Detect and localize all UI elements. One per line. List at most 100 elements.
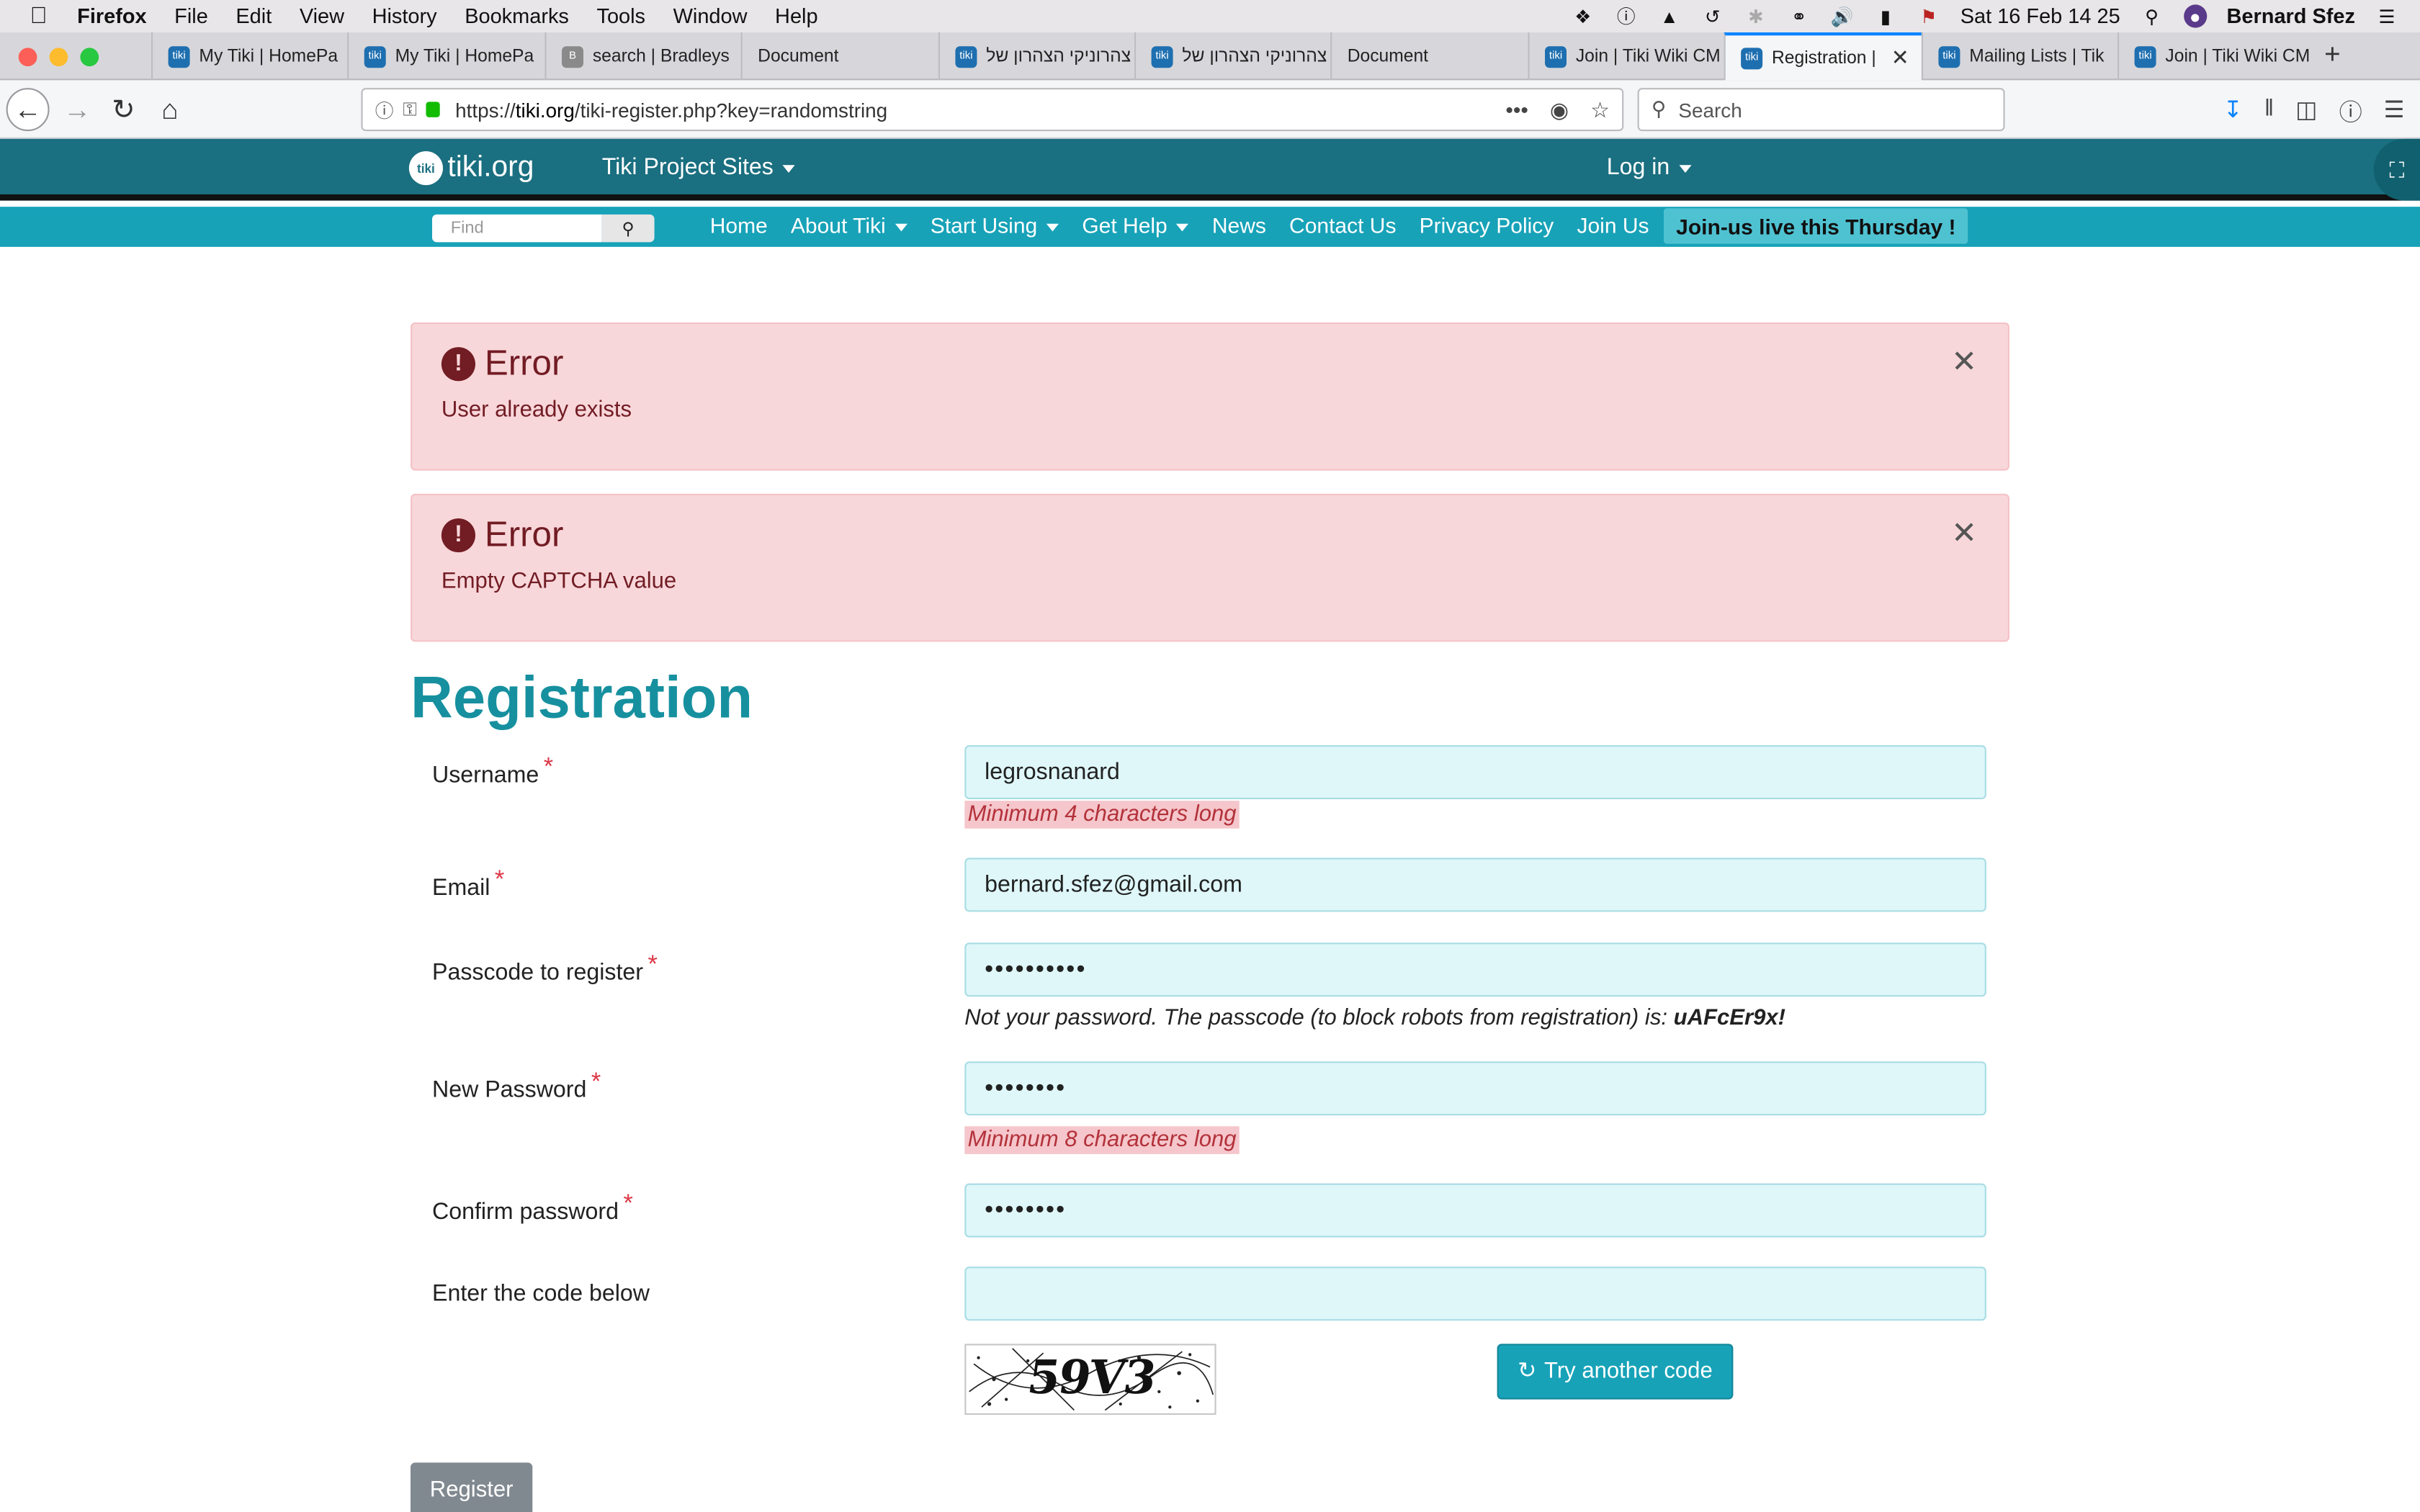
- menubar-app-name[interactable]: Firefox: [77, 4, 161, 27]
- caret-down-icon: [1679, 164, 1692, 172]
- close-tab-icon[interactable]: ✕: [1891, 45, 1909, 71]
- url-text[interactable]: https://tiki.org/tiki-register.php?key=r…: [455, 98, 887, 121]
- label-text: Confirm password: [432, 1199, 619, 1225]
- find-input[interactable]: Find: [432, 214, 602, 243]
- tiki-logo-icon: tiki: [408, 151, 443, 186]
- url-bar[interactable]: ⓘ ⚿ https://tiki.org/tiki-register.php?k…: [361, 88, 1624, 132]
- confirm-password-label: Confirm password *: [432, 1191, 633, 1227]
- info-icon[interactable]: ⓘ: [1615, 4, 1638, 28]
- username-field[interactable]: legrosnanard: [964, 745, 1986, 799]
- menu-help[interactable]: Help: [761, 4, 832, 27]
- email-field[interactable]: bernard.sfez@gmail.com: [964, 858, 1986, 912]
- login-dropdown[interactable]: Log in: [1606, 154, 1692, 181]
- menu-history[interactable]: History: [358, 4, 451, 27]
- nav-contact-us[interactable]: Contact Us: [1289, 213, 1396, 238]
- sidebar-icon[interactable]: ◫: [2295, 96, 2317, 128]
- required-asterisk: *: [647, 952, 658, 978]
- back-arrow-icon[interactable]: ←: [6, 88, 50, 132]
- menu-window[interactable]: Window: [659, 4, 761, 27]
- alert-message: User already exists: [441, 397, 632, 423]
- browser-tab[interactable]: tiki Mailing Lists | Tik: [1921, 32, 2118, 81]
- dropbox-icon[interactable]: ❖: [1572, 4, 1595, 27]
- close-window-icon[interactable]: [18, 48, 37, 67]
- site-nav: Find ⚲ Home About Tiki Start Using Get H…: [0, 207, 2420, 247]
- home-icon[interactable]: ⌂: [148, 88, 192, 131]
- browser-tab[interactable]: tiki My Tiki | HomePa: [347, 32, 544, 81]
- extension-icon[interactable]: ⓘ: [2339, 96, 2362, 128]
- browser-tab[interactable]: Bsearch | Bradleys: [544, 32, 740, 81]
- nav-join-us[interactable]: Join Us: [1577, 213, 1649, 238]
- new-password-field[interactable]: ••••••••: [964, 1061, 1986, 1116]
- menubar-clock[interactable]: Sat 16 Feb 14 25: [1960, 4, 2120, 27]
- timemachine-icon[interactable]: ↺: [1701, 4, 1724, 27]
- fullscreen-icon[interactable]: ⛶: [2373, 138, 2420, 201]
- caret-down-icon: [782, 164, 795, 172]
- downloads-icon[interactable]: ↧: [2223, 96, 2243, 128]
- browser-tab[interactable]: tiki צהרוניקי הצהרון של: [1134, 32, 1330, 81]
- battery-icon[interactable]: ▮: [1874, 4, 1897, 27]
- site-identity[interactable]: ⓘ ⚿: [363, 96, 456, 122]
- page-actions-icon[interactable]: •••: [1505, 96, 1528, 122]
- new-tab-icon[interactable]: +: [2324, 39, 2341, 71]
- apple-icon[interactable]: : [0, 3, 77, 29]
- try-another-code-button[interactable]: ↻ Try another code: [1497, 1344, 1734, 1400]
- find-button[interactable]: ⚲: [601, 214, 655, 243]
- join-live-banner[interactable]: Join-us live this Thursday !: [1664, 208, 1968, 244]
- browser-tab[interactable]: tiki Join | Tiki Wiki CM: [2118, 32, 2313, 81]
- notification-icon[interactable]: ▲: [1658, 4, 1681, 27]
- minimize-window-icon[interactable]: [49, 48, 68, 67]
- nav-get-help[interactable]: Get Help: [1082, 213, 1189, 238]
- bookmark-star-icon[interactable]: ☆: [1590, 96, 1610, 122]
- menu-bookmarks[interactable]: Bookmarks: [451, 4, 583, 27]
- hamburger-menu-icon[interactable]: ☰: [2384, 96, 2405, 128]
- library-icon[interactable]: ‖: [2264, 96, 2274, 128]
- browser-tab-active[interactable]: tiki Registration | ✕: [1724, 32, 1922, 81]
- url-domain: tiki.org: [515, 98, 575, 122]
- register-button[interactable]: Register: [411, 1462, 533, 1512]
- search-bar[interactable]: ⚲ Search: [1637, 88, 2005, 132]
- menubar-status-area: ❖ ⓘ ▲ ↺ ✱ ⚭ 🔊 ▮ ⚑ Sat 16 Feb 14 25 ⚲ ● B…: [1572, 0, 2420, 32]
- nav-news[interactable]: News: [1212, 213, 1266, 238]
- user-avatar-icon[interactable]: ●: [2183, 4, 2207, 28]
- reload-icon[interactable]: ↻: [102, 88, 145, 131]
- tab-label: צהרוניקי הצהרון של: [986, 47, 1131, 66]
- menu-file[interactable]: File: [161, 4, 222, 27]
- menubar-user[interactable]: Bernard Sfez: [2227, 4, 2355, 27]
- menu-tools[interactable]: Tools: [583, 4, 659, 27]
- captcha-field[interactable]: [964, 1266, 1986, 1321]
- exclamation-circle-icon: !: [441, 517, 475, 552]
- tiki-favicon-icon: tiki: [1545, 45, 1567, 68]
- nav-about-tiki[interactable]: About Tiki: [791, 213, 908, 238]
- spotlight-icon[interactable]: ⚲: [2141, 4, 2164, 27]
- browser-tab[interactable]: Document: [1330, 32, 1528, 81]
- menu-edit[interactable]: Edit: [222, 4, 285, 27]
- project-sites-dropdown[interactable]: Tiki Project Sites: [602, 154, 795, 181]
- browser-tab[interactable]: Document: [740, 32, 938, 81]
- close-alert-icon[interactable]: ✕: [1951, 343, 1977, 382]
- wifi-icon[interactable]: ⚭: [1788, 4, 1811, 27]
- menu-view[interactable]: View: [286, 4, 359, 27]
- forward-arrow-icon[interactable]: →: [55, 88, 99, 131]
- passcode-field[interactable]: ••••••••••: [964, 942, 1986, 997]
- nav-start-using[interactable]: Start Using: [931, 213, 1059, 238]
- close-alert-icon[interactable]: ✕: [1951, 514, 1977, 553]
- tiki-favicon-icon: tiki: [1741, 47, 1763, 69]
- zoom-window-icon[interactable]: [80, 48, 99, 67]
- nav-home[interactable]: Home: [710, 213, 768, 238]
- confirm-password-field[interactable]: ••••••••: [964, 1183, 1986, 1238]
- url-scheme: https://: [455, 98, 516, 122]
- bluetooth-icon[interactable]: ✱: [1744, 4, 1767, 27]
- login-label: Log in: [1606, 154, 1670, 181]
- page-info-icon[interactable]: ⓘ: [375, 96, 394, 122]
- browser-tab[interactable]: tiki My Tiki | HomePa: [151, 32, 347, 81]
- volume-icon[interactable]: 🔊: [1831, 4, 1854, 27]
- control-center-icon[interactable]: ☰: [2375, 4, 2398, 27]
- caret-down-icon: [1047, 223, 1059, 231]
- browser-tab[interactable]: tiki צהרוניקי הצהרון של: [938, 32, 1134, 81]
- browser-tab[interactable]: tiki Join | Tiki Wiki CM: [1528, 32, 1724, 81]
- nav-privacy-policy[interactable]: Privacy Policy: [1420, 213, 1554, 238]
- site-logo[interactable]: tiki tiki.org: [408, 151, 534, 186]
- button-label: Try another code: [1543, 1359, 1713, 1385]
- pocket-icon[interactable]: ◉: [1550, 96, 1569, 122]
- flag-icon[interactable]: ⚑: [1917, 4, 1940, 27]
